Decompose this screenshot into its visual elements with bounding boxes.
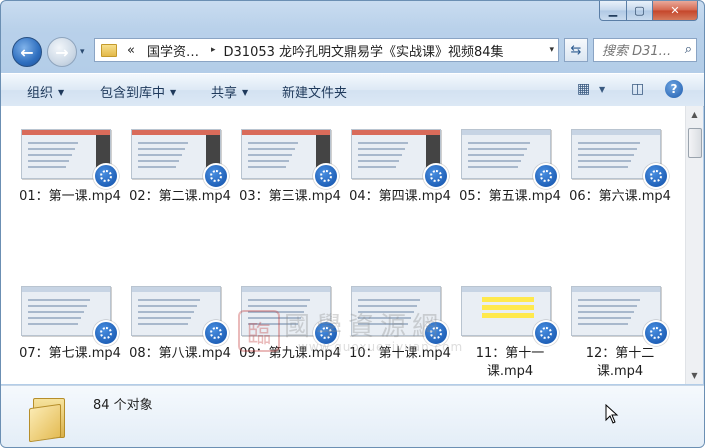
- organize-label: 组织: [27, 86, 54, 101]
- file-list: 12：第十二课.mp4 11：第十一课.mp4 10：第十课.mp4 09：第九课.m…: [1, 106, 703, 384]
- history-dropdown-icon[interactable]: ▾: [80, 47, 85, 57]
- organize-menu[interactable]: 组织 ▼: [27, 82, 64, 101]
- address-dropdown-icon[interactable]: ▾: [549, 45, 554, 55]
- address-bar[interactable]: « 国学资… ▸ D31053 龙吟孔明文鼎易学《实战课》视频84集 ▾: [94, 38, 559, 62]
- breadcrumb-separator-icon[interactable]: ▸: [211, 45, 216, 55]
- new-folder-button[interactable]: 新建文件夹: [282, 82, 347, 101]
- chevron-down-icon: ▼: [58, 88, 65, 97]
- file-name[interactable]: 03：第三课.mp4: [236, 188, 344, 206]
- scroll-down-icon[interactable]: ▼: [686, 367, 703, 384]
- refresh-icon: ⇆: [570, 42, 582, 58]
- details-pane: 84 个对象: [1, 385, 704, 447]
- share-label: 共享: [211, 86, 238, 101]
- caption-buttons: ▁ ▢ ✕: [599, 1, 698, 21]
- media-player-icon: [93, 320, 119, 346]
- file-name[interactable]: 07：第七课.mp4: [16, 345, 124, 363]
- folder-icon: [29, 394, 69, 443]
- media-player-icon: [643, 320, 669, 346]
- view-options-icon[interactable]: ▦: [577, 81, 590, 97]
- watermark-seal: 臨: [238, 310, 280, 352]
- media-player-icon: [93, 163, 119, 189]
- mouse-pointer-icon: [605, 404, 619, 424]
- forward-button[interactable]: →: [47, 37, 77, 67]
- search-box[interactable]: ⌕: [593, 38, 697, 62]
- media-player-icon: [203, 163, 229, 189]
- minimize-button[interactable]: ▁: [599, 1, 627, 21]
- folder-icon: [101, 43, 117, 57]
- navigation-bar: ← → ▾ « 国学资… ▸ D31053 龙吟孔明文鼎易学《实战课》视频84集…: [1, 35, 704, 67]
- maximize-button[interactable]: ▢: [627, 1, 653, 21]
- file-name[interactable]: 12：第十二课.mp4: [566, 345, 674, 381]
- file-name[interactable]: 02：第二课.mp4: [126, 188, 234, 206]
- search-icon[interactable]: ⌕: [685, 42, 692, 57]
- breadcrumb-current-folder[interactable]: D31053 龙吟孔明文鼎易学《实战课》视频84集: [224, 41, 504, 60]
- include-library-label: 包含到库中: [100, 86, 166, 101]
- arrow-right-icon: →: [55, 42, 69, 62]
- address-overflow[interactable]: «: [127, 43, 135, 58]
- view-dropdown-icon[interactable]: ▼: [599, 85, 605, 94]
- file-name[interactable]: 01：第一课.mp4: [16, 188, 124, 206]
- share-menu[interactable]: 共享 ▼: [211, 82, 248, 101]
- chevron-down-icon: ▼: [242, 88, 249, 97]
- search-input[interactable]: [600, 40, 684, 62]
- file-name[interactable]: 06：第六课.mp4: [566, 188, 674, 206]
- help-icon[interactable]: ?: [665, 80, 683, 98]
- explorer-window: ▁ ▢ ✕ ← → ▾ « 国学资… ▸ D31053 龙吟孔明文鼎易学《实战课…: [0, 0, 705, 448]
- file-name[interactable]: 04：第四课.mp4: [346, 188, 454, 206]
- command-toolbar: 组织 ▼ 包含到库中 ▼ 共享 ▼ 新建文件夹 ▦ ▼ ◫ ?: [1, 73, 704, 107]
- vertical-scrollbar[interactable]: ▲ ▼: [685, 106, 703, 384]
- title-bar: ▁ ▢ ✕: [1, 1, 704, 31]
- media-player-icon: [313, 163, 339, 189]
- media-player-icon: [533, 320, 559, 346]
- breadcrumb-guoxue[interactable]: 国学资…: [147, 41, 199, 60]
- file-name[interactable]: 08：第八课.mp4: [126, 345, 234, 363]
- watermark-url: www.guoxueziyuan.com: [298, 340, 464, 354]
- watermark: 臨 國學資源網 www.guoxueziyuan.com: [238, 306, 478, 356]
- media-player-icon: [643, 163, 669, 189]
- refresh-button[interactable]: ⇆: [564, 38, 588, 62]
- include-in-library-menu[interactable]: 包含到库中 ▼: [100, 82, 176, 101]
- close-button[interactable]: ✕: [653, 1, 698, 21]
- media-player-icon: [533, 163, 559, 189]
- watermark-text: 國學資源網: [284, 312, 445, 342]
- item-count: 84 个对象: [93, 398, 153, 413]
- media-player-icon: [203, 320, 229, 346]
- scroll-up-icon[interactable]: ▲: [686, 106, 703, 123]
- file-name[interactable]: 05：第五课.mp4: [456, 188, 564, 206]
- arrow-left-icon: ←: [20, 42, 34, 62]
- chevron-down-icon: ▼: [170, 88, 177, 97]
- media-player-icon: [423, 163, 449, 189]
- preview-pane-icon[interactable]: ◫: [631, 81, 644, 97]
- scrollbar-thumb[interactable]: [688, 128, 702, 158]
- back-button[interactable]: ←: [12, 37, 42, 67]
